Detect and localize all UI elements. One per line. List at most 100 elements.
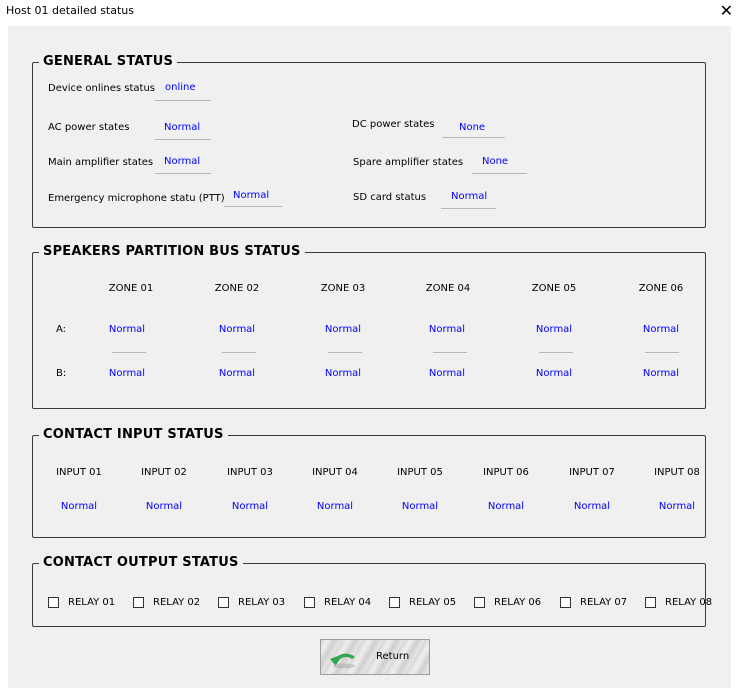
window-title: Host 01 detailed status — [6, 4, 134, 17]
title-bar: Host 01 detailed status ✕ — [0, 0, 739, 24]
relay-07-label: RELAY 07 — [580, 596, 628, 608]
emergency-mic-value: Normal — [233, 190, 270, 201]
input-03-value: Normal — [231, 501, 269, 512]
zone-05-b-value: Normal — [535, 368, 573, 379]
relay-06-checkbox[interactable]: RELAY 06 — [474, 594, 541, 610]
zone-02-divider — [222, 352, 256, 353]
zone-02-a-value: Normal — [218, 324, 256, 335]
speakers-bus-group: SPEAKERS PARTITION BUS STATUS A: B: ZONE… — [32, 243, 706, 409]
zone-02-b-value: Normal — [218, 368, 256, 379]
device-online-value: online — [165, 82, 196, 93]
input-06-label: INPUT 06 — [483, 467, 529, 478]
spare-amp-label: Spare amplifier states — [353, 157, 464, 168]
main-amp-underline — [155, 173, 211, 174]
input-06-value: Normal — [487, 501, 525, 512]
relay-01-box[interactable] — [48, 596, 59, 608]
zone-03-a-value: Normal — [324, 324, 362, 335]
input-01-label: INPUT 01 — [56, 467, 102, 478]
relay-08-label: RELAY 08 — [665, 596, 713, 608]
close-icon[interactable]: ✕ — [720, 1, 733, 21]
relay-03-label: RELAY 03 — [238, 596, 286, 608]
zone-06-header: ZONE 06 — [638, 283, 684, 294]
main-amp-label: Main amplifier states — [48, 157, 154, 168]
general-status-group: GENERAL STATUS Device onlines status onl… — [32, 53, 706, 228]
row-b-label: B: — [56, 368, 67, 379]
general-status-title: GENERAL STATUS — [39, 53, 178, 71]
zone-06-a-value: Normal — [642, 324, 680, 335]
zone-01-header: ZONE 01 — [108, 283, 154, 294]
relay-01-label: RELAY 01 — [68, 596, 116, 608]
input-01-value: Normal — [60, 501, 98, 512]
zone-01-divider — [112, 352, 146, 353]
zone-05-a-value: Normal — [535, 324, 573, 335]
zone-04-header: ZONE 04 — [425, 283, 471, 294]
speakers-bus-title: SPEAKERS PARTITION BUS STATUS — [39, 243, 305, 261]
zone-02-header: ZONE 02 — [214, 283, 260, 294]
contact-output-group: CONTACT OUTPUT STATUS RELAY 01 RELAY 02 … — [32, 554, 712, 627]
ac-power-label: AC power states — [48, 122, 130, 133]
contact-input-group: CONTACT INPUT STATUS INPUT 01 Normal INP… — [32, 426, 706, 538]
zone-04-a-value: Normal — [428, 324, 466, 335]
sd-card-label: SD card status — [353, 192, 427, 203]
input-03-label: INPUT 03 — [227, 467, 273, 478]
zone-06-divider — [645, 352, 679, 353]
input-05-label: INPUT 05 — [397, 467, 443, 478]
input-02-label: INPUT 02 — [141, 467, 187, 478]
dc-power-underline — [442, 137, 505, 138]
return-label: Return — [376, 651, 410, 662]
row-a-label: A: — [56, 324, 67, 335]
zone-04-divider — [433, 352, 467, 353]
return-button[interactable]: Return — [320, 639, 430, 675]
relay-08-box[interactable] — [645, 596, 656, 608]
relay-05-label: RELAY 05 — [409, 596, 457, 608]
relay-03-box[interactable] — [218, 596, 229, 608]
zone-03-b-value: Normal — [324, 368, 362, 379]
relay-01-checkbox[interactable]: RELAY 01 — [48, 594, 115, 610]
relay-04-checkbox[interactable]: RELAY 04 — [304, 594, 371, 610]
relay-04-box[interactable] — [304, 596, 315, 608]
relay-08-checkbox[interactable]: RELAY 08 — [645, 594, 712, 610]
sd-card-underline — [441, 208, 496, 209]
relay-07-box[interactable] — [560, 596, 571, 608]
relay-02-checkbox[interactable]: RELAY 02 — [133, 594, 200, 610]
relay-05-box[interactable] — [389, 596, 400, 608]
device-online-label: Device onlines status — [48, 83, 155, 94]
ac-power-value: Normal — [164, 122, 201, 133]
input-02-value: Normal — [145, 501, 183, 512]
input-07-value: Normal — [573, 501, 611, 512]
ac-power-underline — [155, 139, 211, 140]
contact-input-title: CONTACT INPUT STATUS — [39, 426, 228, 444]
zone-03-header: ZONE 03 — [320, 283, 366, 294]
zone-05-divider — [539, 352, 573, 353]
spare-amp-underline — [472, 173, 527, 174]
input-08-label: INPUT 08 — [654, 467, 700, 478]
input-07-label: INPUT 07 — [569, 467, 615, 478]
dc-power-label: DC power states — [352, 119, 435, 130]
input-05-value: Normal — [401, 501, 439, 512]
dc-power-value: None — [459, 122, 486, 133]
input-04-value: Normal — [316, 501, 354, 512]
relay-06-box[interactable] — [474, 596, 485, 608]
zone-04-b-value: Normal — [428, 368, 466, 379]
main-amp-value: Normal — [164, 156, 201, 167]
dialog-body: GENERAL STATUS Device onlines status onl… — [8, 26, 731, 688]
relay-02-label: RELAY 02 — [153, 596, 201, 608]
contact-output-title: CONTACT OUTPUT STATUS — [39, 554, 243, 572]
emergency-mic-underline — [224, 206, 282, 207]
return-arrow-icon — [330, 653, 355, 669]
emergency-mic-label: Emergency microphone statu (PTT) — [48, 193, 225, 204]
zone-05-header: ZONE 05 — [531, 283, 577, 294]
zone-06-b-value: Normal — [642, 368, 680, 379]
zone-01-a-value: Normal — [108, 324, 146, 335]
relay-06-label: RELAY 06 — [494, 596, 542, 608]
sd-card-value: Normal — [451, 191, 488, 202]
input-08-value: Normal — [658, 501, 696, 512]
device-online-underline — [155, 100, 211, 101]
input-04-label: INPUT 04 — [312, 467, 358, 478]
relay-02-box[interactable] — [133, 596, 144, 608]
relay-03-checkbox[interactable]: RELAY 03 — [218, 594, 285, 610]
relay-05-checkbox[interactable]: RELAY 05 — [389, 594, 456, 610]
zone-03-divider — [328, 352, 362, 353]
relay-04-label: RELAY 04 — [324, 596, 372, 608]
relay-07-checkbox[interactable]: RELAY 07 — [560, 594, 627, 610]
